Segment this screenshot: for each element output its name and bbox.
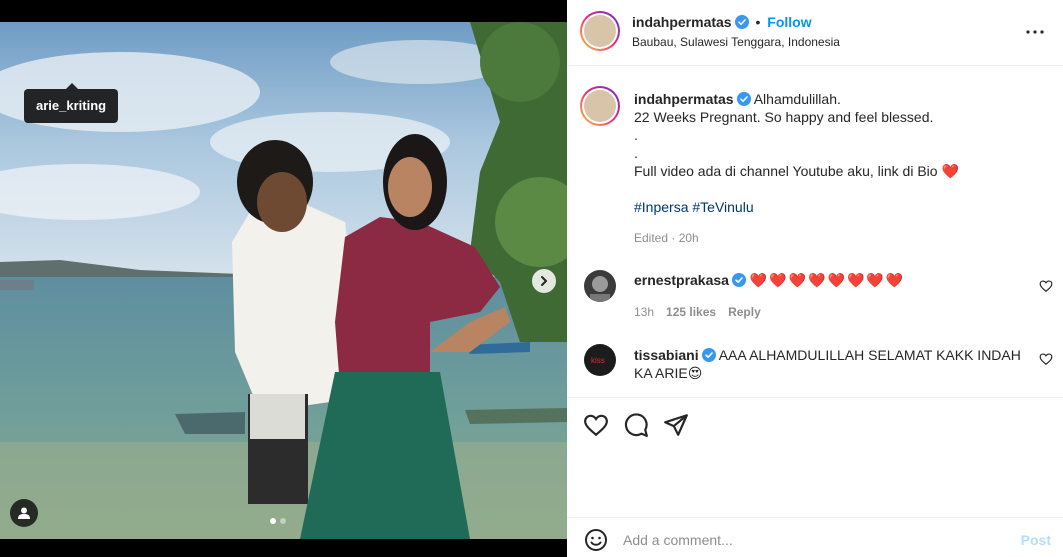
reply-button[interactable]: Reply [728,305,761,319]
add-comment-bar: Post [567,517,1063,557]
caption-text: indahpermatas Alhamdulillah. 22 Weeks Pr… [634,90,1034,216]
commenter-avatar[interactable]: kiss [584,344,616,376]
smiley-icon[interactable] [584,528,608,552]
heart-emoji: ❤️ [941,163,961,179]
caption-line: Full video ada di channel Youtube aku, l… [634,163,938,179]
comment-icon[interactable] [623,412,649,438]
carousel-dot-active [270,518,276,524]
svg-text:kiss: kiss [591,356,605,365]
caption-line: 22 Weeks Pregnant. So happy and feel ble… [634,109,934,125]
send-icon[interactable] [663,412,689,438]
post-location[interactable]: Baubau, Sulawesi Tenggara, Indonesia [632,35,840,49]
caption-avatar[interactable] [580,86,620,126]
author-line: indahpermatas • Follow [632,14,812,30]
caption-line: . [634,127,638,143]
caption-line: Alhamdulillah. [753,91,841,107]
post-details-panel: indahpermatas • Follow Baubau, Sulawesi … [567,0,1063,557]
comment-input[interactable] [623,528,1003,552]
verified-badge-icon [734,15,749,29]
post-header: indahpermatas • Follow Baubau, Sulawesi … [567,0,1063,66]
user-icon [18,507,30,519]
more-options-button[interactable] [1023,22,1047,42]
comment-time[interactable]: 13h [634,305,654,319]
more-horizontal-icon [1026,30,1044,34]
author-avatar[interactable] [580,11,620,51]
post-media: arie_kriting [0,0,567,557]
header-separator: • [755,14,761,30]
verified-badge-icon [731,273,746,287]
action-bar [567,397,1063,447]
heart-icon[interactable] [583,412,609,438]
caption-meta: Edited · 20h [634,231,699,245]
commenter-username[interactable]: tissabiani [634,347,699,363]
comment-text: tissabiani AAA ALHAMDULILLAH SELAMAT KAK… [634,346,1024,382]
like-comment-heart-icon[interactable] [1039,352,1053,366]
follow-button[interactable]: Follow [767,14,811,30]
caption-hashtags[interactable]: #Inpersa #TeVinulu [634,198,1034,216]
comment-body: ❤️❤️❤️❤️❤️❤️❤️❤️ [749,272,906,288]
comment-likes[interactable]: 125 likes [666,305,716,319]
verified-badge-icon [736,92,751,106]
commenter-avatar[interactable] [584,270,616,302]
verified-badge-icon [701,348,716,362]
chevron-right-icon [541,276,547,286]
comment-text: ernestprakasa ❤️❤️❤️❤️❤️❤️❤️❤️ [634,271,1024,289]
comments-list[interactable]: indahpermatas Alhamdulillah. 22 Weeks Pr… [567,67,1063,397]
tagged-users-button[interactable] [10,499,38,527]
caption-username[interactable]: indahpermatas [634,91,734,107]
author-username[interactable]: indahpermatas [632,14,732,30]
comment-meta: 13h 125 likes Reply [634,305,761,319]
carousel-indicator [270,518,286,524]
user-tag-tooltip[interactable]: arie_kriting [24,83,119,123]
like-comment-heart-icon[interactable] [1039,279,1053,293]
caption-line: . [634,145,638,161]
post-comment-button[interactable]: Post [1021,532,1051,548]
commenter-username[interactable]: ernestprakasa [634,272,729,288]
next-media-button[interactable] [532,269,556,293]
carousel-dot [280,518,286,524]
